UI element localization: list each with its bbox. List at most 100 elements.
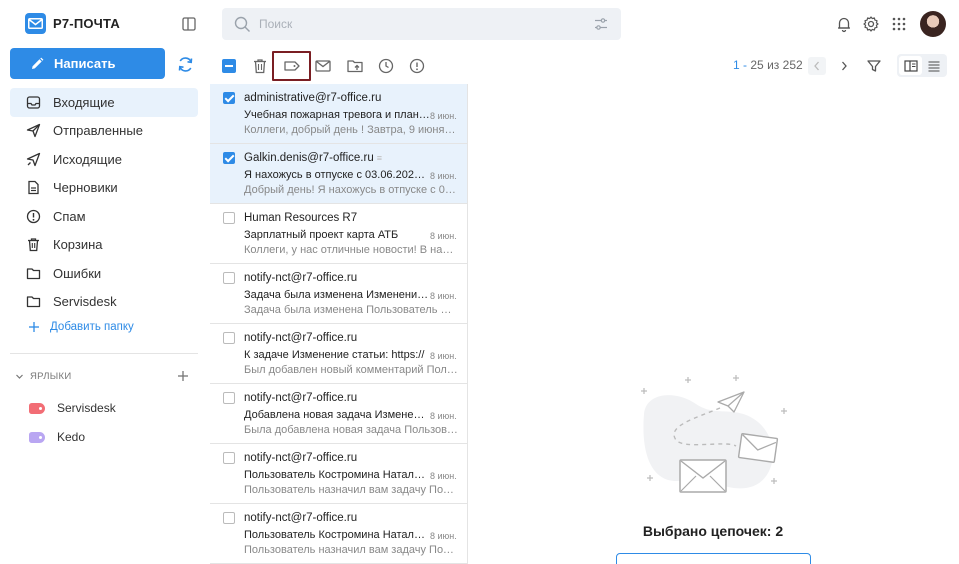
delete-icon[interactable] bbox=[251, 57, 269, 75]
app-title: Р7-ПОЧТА bbox=[53, 16, 120, 31]
add-folder-link[interactable]: Добавить папку bbox=[28, 321, 134, 333]
cancel-selection-button[interactable] bbox=[616, 553, 811, 564]
send-icon bbox=[26, 124, 41, 138]
folder-sent[interactable]: Отправленные bbox=[10, 117, 198, 146]
label-name: Kedo bbox=[57, 430, 86, 444]
folder-inbox[interactable]: Входящие bbox=[10, 88, 198, 117]
pencil-icon bbox=[32, 57, 44, 69]
tag-icon bbox=[29, 402, 45, 414]
apps-grid-icon[interactable] bbox=[890, 15, 908, 33]
folder-errors[interactable]: Ошибки bbox=[10, 259, 198, 288]
mail-sender: notify-nct@r7-office.ru bbox=[244, 452, 358, 464]
mail-subject: Добавлена новая задача Изменение статьи bbox=[244, 409, 430, 421]
mail-preview: Задача была изменена Пользователь Самойл… bbox=[244, 304, 458, 316]
sidebar-collapse-icon[interactable] bbox=[180, 15, 198, 33]
mail-row[interactable]: Human Resources R7 Зарплатный проект кар… bbox=[210, 204, 467, 264]
mail-row[interactable]: Galkin.denis@r7-office.ru ≡ Я нахожусь в … bbox=[210, 144, 467, 204]
trash-icon bbox=[28, 238, 39, 252]
prev-page-button[interactable] bbox=[808, 57, 826, 75]
page-total: 252 bbox=[782, 58, 803, 72]
thread-icon: ≡ bbox=[376, 153, 382, 163]
mail-checkbox[interactable] bbox=[223, 92, 235, 104]
chevron-down-icon bbox=[16, 374, 23, 379]
app-logo[interactable]: Р7-ПОЧТА bbox=[25, 13, 120, 34]
divider bbox=[10, 353, 198, 354]
mail-checkbox[interactable] bbox=[223, 212, 235, 224]
mail-logo-icon bbox=[25, 13, 46, 34]
mail-preview: Пользователь назначил вам задачу Пользов… bbox=[244, 484, 458, 496]
mail-row[interactable]: notify-nct@r7-office.ru Задача была изме… bbox=[210, 264, 467, 324]
folder-label: Отправленные bbox=[53, 123, 143, 139]
page-of-label: из bbox=[767, 58, 780, 72]
mail-preview: Добрый день! Я нахожусь в отпуске с 03.0… bbox=[244, 184, 458, 196]
labels-header[interactable]: ЯРЛЫКИ bbox=[15, 371, 71, 382]
folder-label: Черновики bbox=[53, 180, 118, 196]
mail-checkbox[interactable] bbox=[223, 152, 235, 164]
mail-sender-line: Galkin.denis@r7-office.ru ≡ bbox=[244, 152, 382, 164]
filter-icon[interactable] bbox=[865, 57, 883, 75]
mail-row[interactable]: notify-nct@r7-office.ru Пользователь Кос… bbox=[210, 504, 467, 564]
mail-preview: Коллеги, добрый день ! Завтра, 9 июня, в… bbox=[244, 124, 458, 136]
search-bar bbox=[222, 8, 621, 40]
mail-preview: Был добавлен новый комментарий Пользоват… bbox=[244, 364, 458, 376]
label-name: Servisdesk bbox=[57, 401, 116, 415]
mail-row[interactable]: notify-nct@r7-office.ru Пользователь Кос… bbox=[210, 444, 467, 504]
select-all-checkbox[interactable] bbox=[222, 59, 236, 73]
add-folder-label: Добавить папку bbox=[50, 321, 134, 333]
clock-icon[interactable] bbox=[377, 57, 395, 75]
page-from: 1 bbox=[733, 58, 740, 72]
next-page-button[interactable] bbox=[835, 57, 853, 75]
folder-spam[interactable]: Спам bbox=[10, 202, 198, 231]
draft-icon bbox=[28, 181, 39, 195]
folder-drafts[interactable]: Черновики bbox=[10, 174, 198, 203]
spam-icon[interactable] bbox=[408, 57, 426, 75]
mail-sender: notify-nct@r7-office.ru bbox=[244, 512, 358, 524]
move-to-folder-icon[interactable] bbox=[346, 57, 364, 75]
mail-sender: Galkin.denis@r7-office.ru bbox=[244, 152, 374, 164]
folder-outbox[interactable]: Исходящие bbox=[10, 145, 198, 174]
folder-label: Спам bbox=[53, 208, 86, 224]
mail-checkbox[interactable] bbox=[223, 452, 235, 464]
mail-checkbox[interactable] bbox=[223, 332, 235, 344]
plus-icon bbox=[29, 322, 39, 332]
mail-subject: Пользователь Костромина Наталья назначил bbox=[244, 469, 430, 481]
folder-servisdesk[interactable]: Servisdesk bbox=[10, 288, 198, 317]
mail-row[interactable]: administrative@r7-office.ru Учебная пожа… bbox=[210, 84, 467, 144]
folder-icon bbox=[26, 296, 41, 308]
mail-sender: notify-nct@r7-office.ru bbox=[244, 332, 358, 344]
mail-checkbox[interactable] bbox=[223, 512, 235, 524]
folder-label: Исходящие bbox=[53, 151, 122, 167]
mail-checkbox[interactable] bbox=[223, 272, 235, 284]
split-view-icon[interactable] bbox=[899, 56, 922, 75]
chevron-left-icon bbox=[814, 61, 819, 71]
add-label-icon[interactable] bbox=[176, 369, 190, 383]
sidebar: Р7-ПОЧТА Написать Входящие Отправленные … bbox=[0, 0, 210, 564]
envelopes-illustration bbox=[636, 374, 796, 504]
bell-icon[interactable] bbox=[835, 15, 853, 33]
refresh-icon[interactable] bbox=[176, 55, 195, 74]
mail-row[interactable]: notify-nct@r7-office.ru К задаче Изменен… bbox=[210, 324, 467, 384]
user-avatar[interactable] bbox=[920, 11, 946, 37]
mail-row[interactable]: notify-nct@r7-office.ru Добавлена новая … bbox=[210, 384, 467, 444]
search-options-icon[interactable] bbox=[593, 16, 609, 32]
mail-preview: Была добавлена новая задача Пользователь bbox=[244, 424, 458, 436]
mark-read-icon[interactable] bbox=[314, 57, 332, 75]
gear-icon[interactable] bbox=[862, 15, 880, 33]
mail-subject: Учебная пожарная тревога и плановое откл… bbox=[244, 109, 430, 121]
mail-subject: Я нахожусь в отпуске с 03.06.2026 по bbox=[244, 169, 430, 181]
folder-label: Корзина bbox=[53, 237, 103, 253]
compose-button[interactable]: Написать bbox=[10, 48, 165, 79]
search-input[interactable] bbox=[259, 17, 589, 31]
mail-subject: Задача была изменена Изменение статьи bbox=[244, 289, 430, 301]
folder-trash[interactable]: Корзина bbox=[10, 231, 198, 260]
mail-sender: Human Resources R7 bbox=[244, 212, 358, 224]
mail-list: administrative@r7-office.ru Учебная пожа… bbox=[210, 84, 468, 564]
label-icon[interactable] bbox=[283, 57, 301, 75]
search-icon bbox=[234, 16, 250, 32]
list-view-icon[interactable] bbox=[923, 56, 945, 75]
chevron-right-icon bbox=[842, 61, 847, 71]
label-kedo[interactable]: Kedo bbox=[29, 430, 85, 444]
folder-label: Ошибки bbox=[53, 265, 102, 281]
label-servisdesk[interactable]: Servisdesk bbox=[29, 401, 116, 415]
mail-checkbox[interactable] bbox=[223, 392, 235, 404]
